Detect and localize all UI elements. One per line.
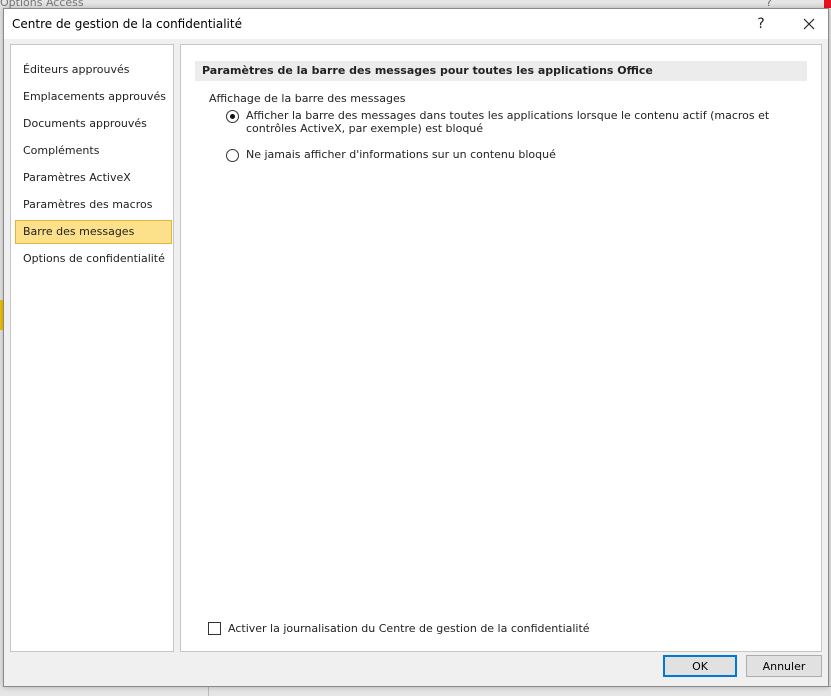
radio-label: Ne jamais afficher d'informations sur un…	[246, 148, 556, 161]
background-window-title: Options Access	[0, 0, 84, 9]
nav-item-message-bar[interactable]: Barre des messages	[15, 220, 172, 244]
logging-checkbox-row[interactable]: Activer la journalisation du Centre de g…	[208, 622, 590, 635]
radio-label: Afficher la barre des messages dans tout…	[246, 109, 770, 135]
nav-pane: Éditeurs approuvés Emplacements approuvé…	[10, 44, 174, 652]
nav-item-activex-settings[interactable]: Paramètres ActiveX	[15, 166, 172, 190]
logging-checkbox-label: Activer la journalisation du Centre de g…	[228, 622, 590, 635]
nav-item-trusted-documents[interactable]: Documents approuvés	[15, 112, 172, 136]
radio-never-show-info[interactable]: Ne jamais afficher d'informations sur un…	[226, 148, 791, 162]
nav-item-add-ins[interactable]: Compléments	[15, 139, 172, 163]
background-close-button[interactable]	[824, 0, 831, 8]
radio-button[interactable]	[226, 149, 239, 162]
close-button[interactable]	[790, 9, 828, 39]
radio-show-message-bar[interactable]: Afficher la barre des messages dans tout…	[226, 109, 791, 135]
trust-center-dialog: Centre de gestion de la confidentialité …	[3, 8, 829, 687]
content-pane: Paramètres de la barre des messages pour…	[180, 44, 822, 652]
logging-checkbox[interactable]	[208, 622, 221, 635]
radio-button-checked[interactable]	[226, 110, 239, 123]
nav-item-privacy-options[interactable]: Options de confidentialité	[15, 247, 172, 271]
ok-button[interactable]: OK	[663, 655, 737, 677]
close-icon	[803, 18, 815, 30]
nav-item-trusted-publishers[interactable]: Éditeurs approuvés	[15, 58, 172, 82]
background-divider	[208, 686, 209, 696]
nav-item-trusted-locations[interactable]: Emplacements approuvés	[15, 85, 172, 109]
dialog-title: Centre de gestion de la confidentialité	[12, 17, 242, 31]
nav-item-macro-settings[interactable]: Paramètres des macros	[15, 193, 172, 217]
cancel-button[interactable]: Annuler	[746, 655, 822, 677]
dialog-titlebar: Centre de gestion de la confidentialité …	[4, 9, 828, 39]
help-button[interactable]: ?	[744, 9, 778, 39]
section-header: Paramètres de la barre des messages pour…	[195, 61, 807, 81]
group-label: Affichage de la barre des messages	[209, 92, 406, 105]
